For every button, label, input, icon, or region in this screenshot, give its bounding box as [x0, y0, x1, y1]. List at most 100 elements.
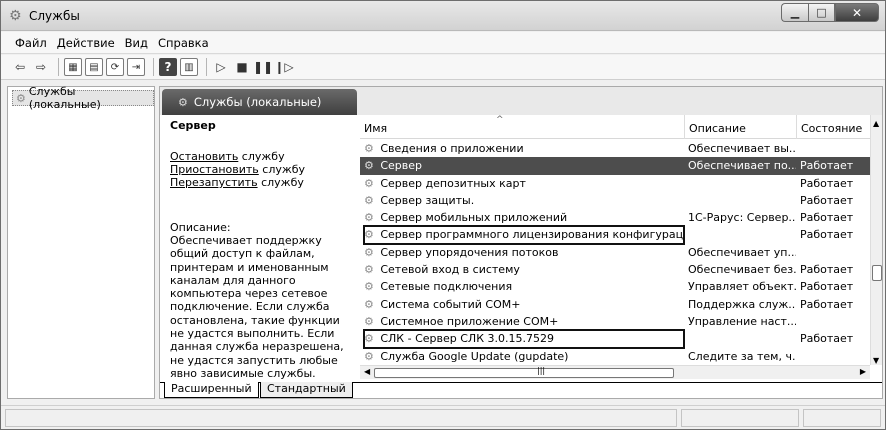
table-row[interactable]: ⚙ Сервер защиты. Работает	[360, 192, 870, 209]
service-state: Работает	[800, 263, 854, 277]
stop-service-link[interactable]: Остановить	[170, 150, 238, 163]
services-gear-icon: ⚙	[9, 8, 22, 24]
status-bar	[1, 405, 885, 429]
service-state: Работает	[800, 280, 854, 294]
forward-arrow-icon[interactable]: ⇨	[32, 58, 50, 76]
export-icon[interactable]: ⇥	[127, 58, 145, 76]
scroll-right-icon[interactable]: ▶	[860, 367, 866, 376]
service-description: Обеспечивает уп...	[688, 245, 796, 259]
table-row[interactable]: ⚙ Сетевые подключения Управляет объект...…	[360, 278, 870, 295]
pane-title: ⚙ Службы (локальные)	[162, 89, 357, 115]
services-window: ⚙ Службы ▁ □ ✕ Файл Действие Вид Справка…	[0, 0, 886, 430]
table-row[interactable]: ⚙ Сервер мобильных приложений 1С-Рарус: С…	[360, 209, 870, 226]
service-state: Работает	[800, 211, 854, 225]
service-name-cell: ⚙ Системное приложение COM+	[364, 313, 684, 330]
table-row[interactable]: ⚙ Сервер упорядочения потоков Обеспечивае…	[360, 244, 870, 261]
window-title: Службы	[29, 9, 80, 23]
gear-icon: ⚙	[364, 193, 378, 207]
menu-help[interactable]: Справка	[158, 36, 209, 50]
gear-icon: ⚙	[364, 176, 378, 190]
service-name-cell: ⚙ Служба Google Update (gupdate)	[364, 348, 684, 365]
table-row[interactable]: ⚙ Сведения о приложении Обеспечивает вы..…	[360, 140, 870, 157]
window-controls: ▁ □ ✕	[781, 3, 879, 22]
status-section	[681, 409, 799, 427]
service-description: 1С-Рарус: Сервер...	[688, 211, 796, 225]
service-name: Сетевой вход в систему	[380, 263, 520, 277]
pause-service-link[interactable]: Приостановить	[170, 163, 259, 176]
description-label: Описание:	[170, 221, 231, 234]
vertical-scrollbar[interactable]: ▲ ▼	[870, 115, 882, 365]
tree-item-local-services[interactable]: ⚙ Службы (локальные)	[12, 85, 154, 111]
service-name-cell: ⚙ Сервер	[364, 157, 684, 174]
stop-icon[interactable]: ■	[233, 58, 251, 76]
service-description: Управление наст...	[688, 314, 796, 328]
service-name: Сервер упорядочения потоков	[380, 245, 559, 259]
table-row[interactable]: ⚙ Сетевой вход в систему Обеспечивает без…	[360, 261, 870, 278]
console-tree-icon[interactable]: ▦	[64, 58, 82, 76]
column-divider[interactable]	[796, 115, 797, 139]
service-name-cell: ⚙ Сервер депозитных карт	[364, 175, 684, 192]
scroll-down-icon[interactable]: ▼	[873, 356, 879, 365]
sort-ascending-icon: ^	[496, 115, 504, 125]
table-row[interactable]: ⚙ Служба Google Update (gupdate) Следите …	[360, 348, 870, 365]
service-name-cell: ⚙ Сервер защиты.	[364, 192, 684, 209]
gear-icon: ⚙	[16, 91, 26, 105]
service-name: Сервер депозитных карт	[380, 176, 526, 190]
scroll-thumb[interactable]: |||	[374, 366, 674, 378]
minimize-button[interactable]: ▁	[781, 3, 808, 22]
tab-extended[interactable]: Расширенный	[164, 382, 259, 398]
horizontal-scrollbar[interactable]: ◀ ||| ▶	[360, 365, 870, 379]
gear-icon: ⚙	[364, 142, 378, 155]
refresh-icon[interactable]: ⟳	[106, 58, 124, 76]
column-divider[interactable]	[684, 115, 685, 139]
scroll-up-icon[interactable]: ▲	[873, 119, 879, 128]
menu-action[interactable]: Действие	[57, 36, 115, 50]
pause-icon[interactable]: ❚❚	[253, 58, 273, 76]
service-name: Сервер программного лицензирования конфи…	[380, 228, 684, 242]
table-row[interactable]: ⚙ Система событий COM+ Поддержка служ... Р…	[360, 296, 870, 313]
table-row[interactable]: ⚙ Системное приложение COM+ Управление на…	[360, 313, 870, 330]
table-row[interactable]: ⚙ Сервер программного лицензирования кон…	[360, 225, 870, 245]
start-icon[interactable]: ▷	[212, 58, 230, 76]
scroll-left-icon[interactable]: ◀	[364, 367, 370, 376]
service-description: Обеспечивает без...	[688, 263, 796, 277]
service-name: Служба Google Update (gupdate)	[380, 349, 569, 363]
gear-icon: ⚙	[364, 332, 378, 346]
scroll-thumb[interactable]	[872, 265, 882, 281]
gear-icon: ⚙	[364, 297, 378, 311]
service-actions: Остановить службу Приостановить службу П…	[170, 150, 350, 189]
restart-service-link[interactable]: Перезапустить	[170, 176, 258, 189]
menu-file[interactable]: Файл	[15, 36, 47, 50]
help-icon[interactable]: ?	[159, 58, 177, 76]
gear-icon: ⚙	[364, 349, 378, 363]
properties-icon[interactable]: ▤	[85, 58, 103, 76]
pane-header: ⚙ Службы (локальные)	[160, 87, 882, 115]
service-state: Работает	[800, 193, 854, 207]
action-stop: Остановить службу	[170, 150, 350, 163]
table-row[interactable]: ⚙ Сервер депозитных карт Работает	[360, 175, 870, 192]
resume-icon[interactable]: ❙▷	[274, 58, 293, 76]
service-name: Системное приложение COM+	[380, 314, 559, 328]
maximize-button[interactable]: □	[808, 3, 835, 22]
service-name-cell: ⚙ Сервер мобильных приложений	[364, 209, 684, 226]
service-name-cell: ⚙ СЛК - Сервер СЛК 3.0.15.7529	[363, 329, 685, 349]
toolbar-separator	[206, 58, 207, 76]
service-name-cell: ⚙ Сведения о приложении	[364, 140, 684, 157]
action-suffix: службу	[238, 150, 285, 163]
column-name[interactable]: Имя	[364, 122, 387, 135]
table-row[interactable]: ⚙ Сервер Обеспечивает по... Работает	[360, 157, 870, 175]
service-name-cell: ⚙ Сетевые подключения	[364, 278, 684, 295]
tab-standard[interactable]: Стандартный	[260, 382, 353, 398]
column-description[interactable]: Описание	[689, 122, 746, 135]
selected-service-name: Сервер	[170, 119, 216, 132]
column-state[interactable]: Состояние	[801, 122, 862, 135]
status-section	[803, 409, 881, 427]
close-button[interactable]: ✕	[835, 3, 879, 22]
service-name-cell: ⚙ Сетевой вход в систему	[364, 261, 684, 278]
view-icon[interactable]: ▥	[180, 58, 198, 76]
menu-view[interactable]: Вид	[125, 36, 148, 50]
service-description: Обеспечивает по...	[688, 159, 796, 173]
service-name: Сетевые подключения	[380, 280, 513, 294]
table-row[interactable]: ⚙ СЛК - Сервер СЛК 3.0.15.7529 Работает	[360, 329, 870, 349]
back-arrow-icon[interactable]: ⇦	[11, 58, 29, 76]
